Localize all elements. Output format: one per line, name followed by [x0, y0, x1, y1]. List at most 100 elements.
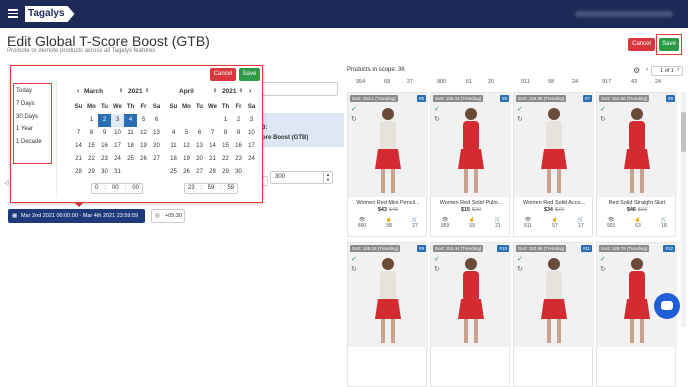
date-range-button[interactable]: ▦ Mar 2nd 2021 00:00:00 - Mar 4th 2021 2…	[8, 209, 145, 223]
user-menu[interactable]	[575, 11, 673, 17]
product-name[interactable]: Women Red Mini Pencil...	[348, 200, 428, 206]
calendar-day[interactable]: 29	[219, 166, 232, 179]
calendar-day[interactable]: 11	[124, 127, 137, 140]
calendar-day[interactable]: 3	[245, 114, 258, 127]
refresh-icon[interactable]: ↻	[600, 115, 606, 123]
refresh-icon[interactable]: ↻	[351, 265, 357, 273]
menu-icon[interactable]	[8, 9, 18, 18]
calendar-day[interactable]: 21	[206, 153, 219, 166]
stepper-icon[interactable]: ▲ ▼	[323, 172, 332, 183]
calendar-day[interactable]: 7	[206, 127, 219, 140]
calendar-day[interactable]: 31	[111, 166, 124, 179]
calendar-day[interactable]: 26	[137, 153, 150, 166]
check-icon[interactable]: ✓	[517, 105, 523, 113]
calendar-day[interactable]: 17	[111, 140, 124, 153]
end-time-input[interactable]: 23: 59: 59	[184, 183, 238, 194]
calendar-day[interactable]: 7	[72, 127, 85, 140]
calendar-day[interactable]: 6	[193, 127, 206, 140]
calendar-day[interactable]: 9	[98, 127, 111, 140]
calendar-day[interactable]: 28	[72, 166, 85, 179]
calendar-day[interactable]: 4	[124, 114, 137, 127]
preset-today[interactable]: Today	[16, 88, 32, 94]
calendar-day[interactable]: 20	[150, 140, 163, 153]
calendar-day[interactable]: 24	[245, 153, 258, 166]
start-time-input[interactable]: 0: 00: 00	[91, 183, 143, 194]
calendar-day[interactable]: 23	[232, 153, 245, 166]
product-card[interactable]: Sort: 152.68 (Trending) #11 ✓ ↻	[513, 242, 594, 387]
calendar-day[interactable]: 12	[180, 140, 193, 153]
refresh-icon[interactable]: ↻	[434, 115, 440, 123]
next-page-icon[interactable]: ›	[677, 66, 679, 73]
calendar-day[interactable]: 26	[180, 166, 193, 179]
calendar-day[interactable]: 16	[98, 140, 111, 153]
calendar-day[interactable]: 14	[72, 140, 85, 153]
calendar-day[interactable]: 15	[85, 140, 98, 153]
prev-page-icon[interactable]: ‹	[646, 66, 648, 73]
calendar-day[interactable]: 12	[137, 127, 150, 140]
right-year[interactable]: 2021	[222, 88, 236, 95]
check-icon[interactable]: ✓	[434, 105, 440, 113]
product-card[interactable]: Sort: 156.36 (Trending) #7 ✓ ↻ Women Red Sol…	[513, 92, 594, 237]
calendar-day[interactable]: 24	[111, 153, 124, 166]
product-image[interactable]: Sort: 152.68 (Trending) #11 ✓ ↻	[514, 243, 594, 347]
calendar-day[interactable]: 1	[219, 114, 232, 127]
gear-icon[interactable]: ⚙	[633, 66, 640, 75]
calendar-day[interactable]: 22	[219, 153, 232, 166]
prev-month-icon[interactable]: ‹	[77, 88, 79, 95]
calendar-day[interactable]: 1	[85, 114, 98, 127]
calendar-day[interactable]: 22	[85, 153, 98, 166]
product-card[interactable]: Sort: 164.1 (Trending) #5 ✓ ↻ Women Red Mini…	[347, 92, 428, 237]
refresh-icon[interactable]: ↻	[517, 115, 523, 123]
start-hour[interactable]: 0	[95, 184, 98, 193]
chat-bubble-icon[interactable]	[654, 293, 680, 319]
check-icon[interactable]: ✓	[351, 105, 357, 113]
calendar-day[interactable]: 21	[72, 153, 85, 166]
check-icon[interactable]: ✓	[600, 105, 606, 113]
timezone-button[interactable]: ◎ +05:30	[151, 209, 185, 223]
calendar-day[interactable]: 17	[245, 140, 258, 153]
end-minute[interactable]: 59	[208, 184, 215, 193]
check-icon[interactable]: ✓	[351, 255, 357, 263]
product-name[interactable]: Women Red Solid Pullo...	[431, 200, 511, 206]
calendar-day[interactable]: 2	[98, 114, 111, 127]
calendar-day[interactable]: 3	[111, 114, 124, 127]
picker-save-button[interactable]: Save	[239, 68, 260, 81]
calendar-day[interactable]: 10	[111, 127, 124, 140]
product-name[interactable]: Women Red Solid Acco...	[514, 200, 594, 206]
calendar-day[interactable]: 5	[137, 114, 150, 127]
check-icon[interactable]: ✓	[600, 255, 606, 263]
calendar-day[interactable]: 29	[85, 166, 98, 179]
calendar-day[interactable]: 13	[193, 140, 206, 153]
right-year-select-icon[interactable]: ⇕	[239, 88, 243, 94]
preset-7-days[interactable]: 7 Days	[16, 101, 35, 107]
refresh-icon[interactable]: ↻	[600, 265, 606, 273]
calendar-day[interactable]: 14	[206, 140, 219, 153]
cancel-button[interactable]: Cancel	[628, 38, 655, 51]
product-card[interactable]: Sort: 153.44 (Trending) #10 ✓ ↻	[430, 242, 511, 387]
refresh-icon[interactable]: ↻	[351, 115, 357, 123]
product-name[interactable]: Red Solid Straight Skirt	[597, 200, 677, 206]
calendar-day[interactable]: 13	[150, 127, 163, 140]
left-year-select-icon[interactable]: ⇕	[145, 88, 149, 94]
calendar-day[interactable]: 2	[232, 114, 245, 127]
refresh-icon[interactable]: ↻	[434, 265, 440, 273]
start-minute[interactable]: 00	[112, 184, 119, 193]
product-card[interactable]: Sort: 155.19 (Trending) #9 ✓ ↻	[347, 242, 428, 387]
calendar-day[interactable]: 18	[167, 153, 180, 166]
right-month[interactable]: April	[179, 88, 194, 95]
calendar-day[interactable]: 18	[124, 140, 137, 153]
left-month-select-icon[interactable]: ⇕	[119, 88, 123, 94]
calendar-day[interactable]: 25	[167, 166, 180, 179]
calendar-day[interactable]: 4	[167, 127, 180, 140]
calendar-day[interactable]: 15	[219, 140, 232, 153]
calendar-day[interactable]: 16	[232, 140, 245, 153]
end-hour[interactable]: 23	[188, 184, 195, 193]
picker-cancel-button[interactable]: Cancel	[210, 68, 236, 81]
form-input[interactable]	[262, 82, 338, 96]
scrollbar-thumb[interactable]	[681, 112, 686, 152]
left-month[interactable]: March	[84, 88, 103, 95]
next-month-icon[interactable]: ›	[249, 88, 251, 95]
calendar-day[interactable]: 11	[167, 140, 180, 153]
start-second[interactable]: 00	[132, 184, 139, 193]
check-icon[interactable]: ✓	[517, 255, 523, 263]
